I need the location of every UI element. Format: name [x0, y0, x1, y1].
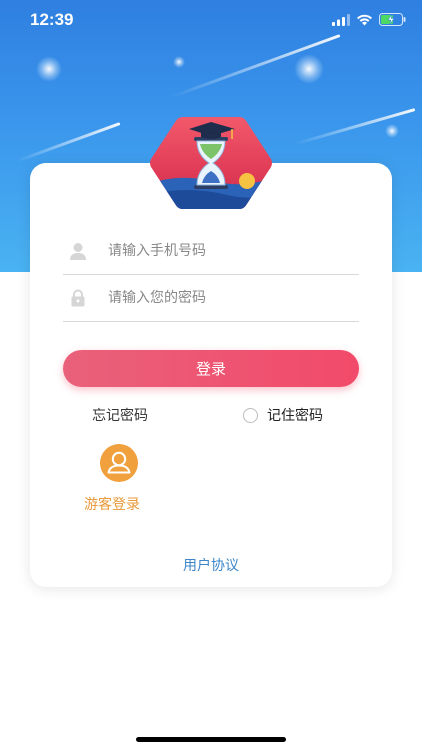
cellular-signal-icon [332, 13, 350, 26]
status-time: 12:39 [30, 10, 74, 29]
person-icon [107, 451, 131, 474]
battery-charging-icon [379, 13, 406, 26]
star-glow [294, 54, 324, 84]
star-glow [173, 56, 185, 68]
login-button[interactable]: 登录 [63, 350, 359, 387]
home-indicator [136, 737, 286, 742]
password-input[interactable] [108, 284, 348, 312]
status-icons [332, 13, 406, 26]
star-glow [385, 124, 399, 138]
forgot-password-link[interactable]: 忘记密码 [92, 405, 148, 425]
user-agreement-link[interactable]: 用户协议 [0, 555, 422, 575]
remember-password-radio[interactable] [243, 407, 258, 423]
password-field [63, 276, 359, 322]
star-glow [36, 56, 62, 82]
remember-password-toggle[interactable]: 记住密码 [243, 405, 323, 425]
phone-field [63, 229, 359, 275]
meteor-streak [16, 122, 121, 163]
wifi-icon [357, 14, 372, 25]
status-bar: 12:39 [0, 0, 422, 44]
user-icon [70, 243, 86, 260]
guest-login-label[interactable]: 游客登录 [84, 494, 140, 514]
lock-icon [71, 289, 85, 307]
phone-input[interactable] [108, 237, 348, 265]
hourglass-graduation-cap-logo-icon [150, 117, 272, 209]
remember-password-label: 记住密码 [267, 408, 323, 424]
guest-login-button[interactable] [100, 444, 138, 482]
